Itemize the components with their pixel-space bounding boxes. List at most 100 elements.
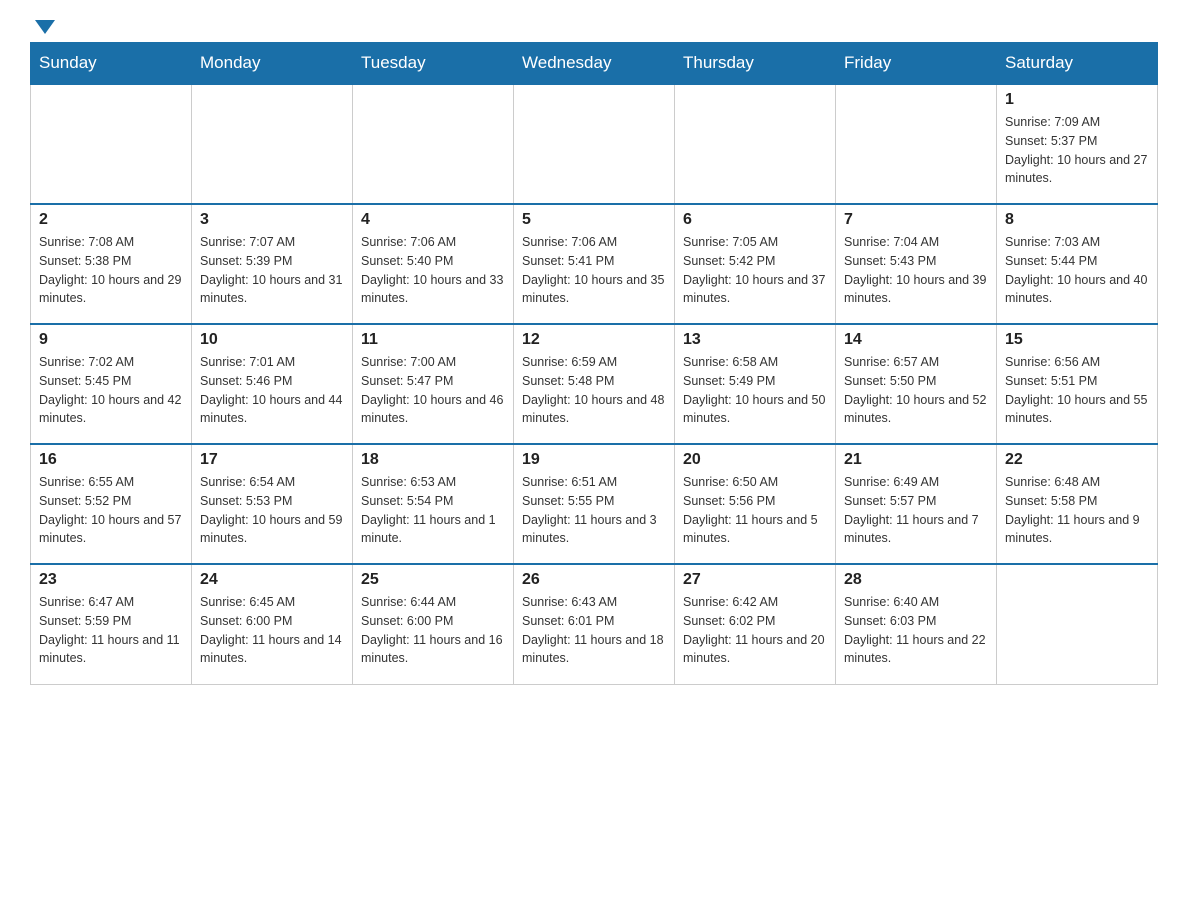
day-info: Sunrise: 6:59 AM Sunset: 5:48 PM Dayligh… [522,353,666,428]
calendar-day-cell: 5 Sunrise: 7:06 AM Sunset: 5:41 PM Daylig… [514,204,675,324]
day-number: 15 [1005,331,1149,349]
day-of-week-header: Friday [836,43,997,85]
day-number: 4 [361,211,505,229]
day-of-week-header: Saturday [997,43,1158,85]
calendar-day-cell: 6 Sunrise: 7:05 AM Sunset: 5:42 PM Daylig… [675,204,836,324]
calendar-header-row: SundayMondayTuesdayWednesdayThursdayFrid… [31,43,1158,85]
day-info: Sunrise: 7:07 AM Sunset: 5:39 PM Dayligh… [200,233,344,308]
calendar-day-cell: 26 Sunrise: 6:43 AM Sunset: 6:01 PM Dayli… [514,564,675,684]
calendar-day-cell [31,84,192,204]
day-number: 18 [361,451,505,469]
day-number: 22 [1005,451,1149,469]
calendar-day-cell: 4 Sunrise: 7:06 AM Sunset: 5:40 PM Daylig… [353,204,514,324]
day-info: Sunrise: 7:04 AM Sunset: 5:43 PM Dayligh… [844,233,988,308]
day-number: 21 [844,451,988,469]
day-number: 2 [39,211,183,229]
day-number: 8 [1005,211,1149,229]
calendar-day-cell: 14 Sunrise: 6:57 AM Sunset: 5:50 PM Dayli… [836,324,997,444]
calendar-day-cell: 21 Sunrise: 6:49 AM Sunset: 5:57 PM Dayli… [836,444,997,564]
day-number: 5 [522,211,666,229]
calendar-day-cell: 11 Sunrise: 7:00 AM Sunset: 5:47 PM Dayli… [353,324,514,444]
calendar-day-cell: 18 Sunrise: 6:53 AM Sunset: 5:54 PM Dayli… [353,444,514,564]
calendar-day-cell: 16 Sunrise: 6:55 AM Sunset: 5:52 PM Dayli… [31,444,192,564]
page-header [30,20,1158,32]
day-number: 7 [844,211,988,229]
day-info: Sunrise: 6:40 AM Sunset: 6:03 PM Dayligh… [844,593,988,668]
calendar-day-cell [192,84,353,204]
calendar-day-cell: 12 Sunrise: 6:59 AM Sunset: 5:48 PM Dayli… [514,324,675,444]
day-number: 3 [200,211,344,229]
day-info: Sunrise: 6:44 AM Sunset: 6:00 PM Dayligh… [361,593,505,668]
day-info: Sunrise: 7:06 AM Sunset: 5:40 PM Dayligh… [361,233,505,308]
day-info: Sunrise: 7:00 AM Sunset: 5:47 PM Dayligh… [361,353,505,428]
day-number: 16 [39,451,183,469]
calendar-week-row: 23 Sunrise: 6:47 AM Sunset: 5:59 PM Dayli… [31,564,1158,684]
calendar-week-row: 1 Sunrise: 7:09 AM Sunset: 5:37 PM Daylig… [31,84,1158,204]
calendar-day-cell [997,564,1158,684]
day-info: Sunrise: 7:05 AM Sunset: 5:42 PM Dayligh… [683,233,827,308]
logo [30,20,55,32]
day-of-week-header: Wednesday [514,43,675,85]
day-number: 24 [200,571,344,589]
calendar-day-cell: 9Sunrise: 7:02 AM Sunset: 5:45 PM Daylig… [31,324,192,444]
calendar-day-cell: 22 Sunrise: 6:48 AM Sunset: 5:58 PM Dayli… [997,444,1158,564]
day-info: Sunrise: 6:48 AM Sunset: 5:58 PM Dayligh… [1005,473,1149,548]
day-number: 23 [39,571,183,589]
calendar-day-cell: 7 Sunrise: 7:04 AM Sunset: 5:43 PM Daylig… [836,204,997,324]
day-info: Sunrise: 6:53 AM Sunset: 5:54 PM Dayligh… [361,473,505,548]
day-number: 25 [361,571,505,589]
calendar-day-cell: 24Sunrise: 6:45 AM Sunset: 6:00 PM Dayli… [192,564,353,684]
calendar-week-row: 2 Sunrise: 7:08 AM Sunset: 5:38 PM Daylig… [31,204,1158,324]
day-info: Sunrise: 7:08 AM Sunset: 5:38 PM Dayligh… [39,233,183,308]
day-number: 20 [683,451,827,469]
calendar-day-cell [514,84,675,204]
day-number: 28 [844,571,988,589]
calendar-day-cell: 20 Sunrise: 6:50 AM Sunset: 5:56 PM Dayli… [675,444,836,564]
calendar-day-cell: 1 Sunrise: 7:09 AM Sunset: 5:37 PM Daylig… [997,84,1158,204]
calendar-week-row: 9Sunrise: 7:02 AM Sunset: 5:45 PM Daylig… [31,324,1158,444]
day-of-week-header: Sunday [31,43,192,85]
calendar-day-cell [353,84,514,204]
day-info: Sunrise: 6:58 AM Sunset: 5:49 PM Dayligh… [683,353,827,428]
calendar-day-cell: 13 Sunrise: 6:58 AM Sunset: 5:49 PM Dayli… [675,324,836,444]
day-info: Sunrise: 7:06 AM Sunset: 5:41 PM Dayligh… [522,233,666,308]
day-number: 26 [522,571,666,589]
day-info: Sunrise: 6:50 AM Sunset: 5:56 PM Dayligh… [683,473,827,548]
day-info: Sunrise: 7:02 AM Sunset: 5:45 PM Dayligh… [39,353,183,428]
day-info: Sunrise: 6:47 AM Sunset: 5:59 PM Dayligh… [39,593,183,668]
calendar-week-row: 16 Sunrise: 6:55 AM Sunset: 5:52 PM Dayli… [31,444,1158,564]
calendar-day-cell: 28 Sunrise: 6:40 AM Sunset: 6:03 PM Dayli… [836,564,997,684]
calendar-day-cell: 27 Sunrise: 6:42 AM Sunset: 6:02 PM Dayli… [675,564,836,684]
day-of-week-header: Tuesday [353,43,514,85]
day-info: Sunrise: 6:49 AM Sunset: 5:57 PM Dayligh… [844,473,988,548]
day-info: Sunrise: 6:42 AM Sunset: 6:02 PM Dayligh… [683,593,827,668]
day-number: 13 [683,331,827,349]
calendar-day-cell: 19 Sunrise: 6:51 AM Sunset: 5:55 PM Dayli… [514,444,675,564]
day-info: Sunrise: 7:01 AM Sunset: 5:46 PM Dayligh… [200,353,344,428]
calendar-day-cell: 8Sunrise: 7:03 AM Sunset: 5:44 PM Daylig… [997,204,1158,324]
day-info: Sunrise: 6:51 AM Sunset: 5:55 PM Dayligh… [522,473,666,548]
calendar-day-cell: 3 Sunrise: 7:07 AM Sunset: 5:39 PM Daylig… [192,204,353,324]
calendar-day-cell: 15Sunrise: 6:56 AM Sunset: 5:51 PM Dayli… [997,324,1158,444]
day-of-week-header: Thursday [675,43,836,85]
calendar-day-cell [675,84,836,204]
day-number: 14 [844,331,988,349]
day-number: 27 [683,571,827,589]
day-number: 6 [683,211,827,229]
calendar-day-cell: 10 Sunrise: 7:01 AM Sunset: 5:46 PM Dayli… [192,324,353,444]
calendar-day-cell: 2 Sunrise: 7:08 AM Sunset: 5:38 PM Daylig… [31,204,192,324]
day-number: 10 [200,331,344,349]
day-info: Sunrise: 7:09 AM Sunset: 5:37 PM Dayligh… [1005,113,1149,188]
day-number: 11 [361,331,505,349]
day-info: Sunrise: 6:55 AM Sunset: 5:52 PM Dayligh… [39,473,183,548]
calendar-day-cell: 23 Sunrise: 6:47 AM Sunset: 5:59 PM Dayli… [31,564,192,684]
day-number: 12 [522,331,666,349]
day-number: 19 [522,451,666,469]
day-of-week-header: Monday [192,43,353,85]
day-number: 1 [1005,91,1149,109]
day-info: Sunrise: 6:43 AM Sunset: 6:01 PM Dayligh… [522,593,666,668]
calendar-day-cell [836,84,997,204]
calendar-table: SundayMondayTuesdayWednesdayThursdayFrid… [30,42,1158,685]
day-info: Sunrise: 6:54 AM Sunset: 5:53 PM Dayligh… [200,473,344,548]
day-info: Sunrise: 6:57 AM Sunset: 5:50 PM Dayligh… [844,353,988,428]
